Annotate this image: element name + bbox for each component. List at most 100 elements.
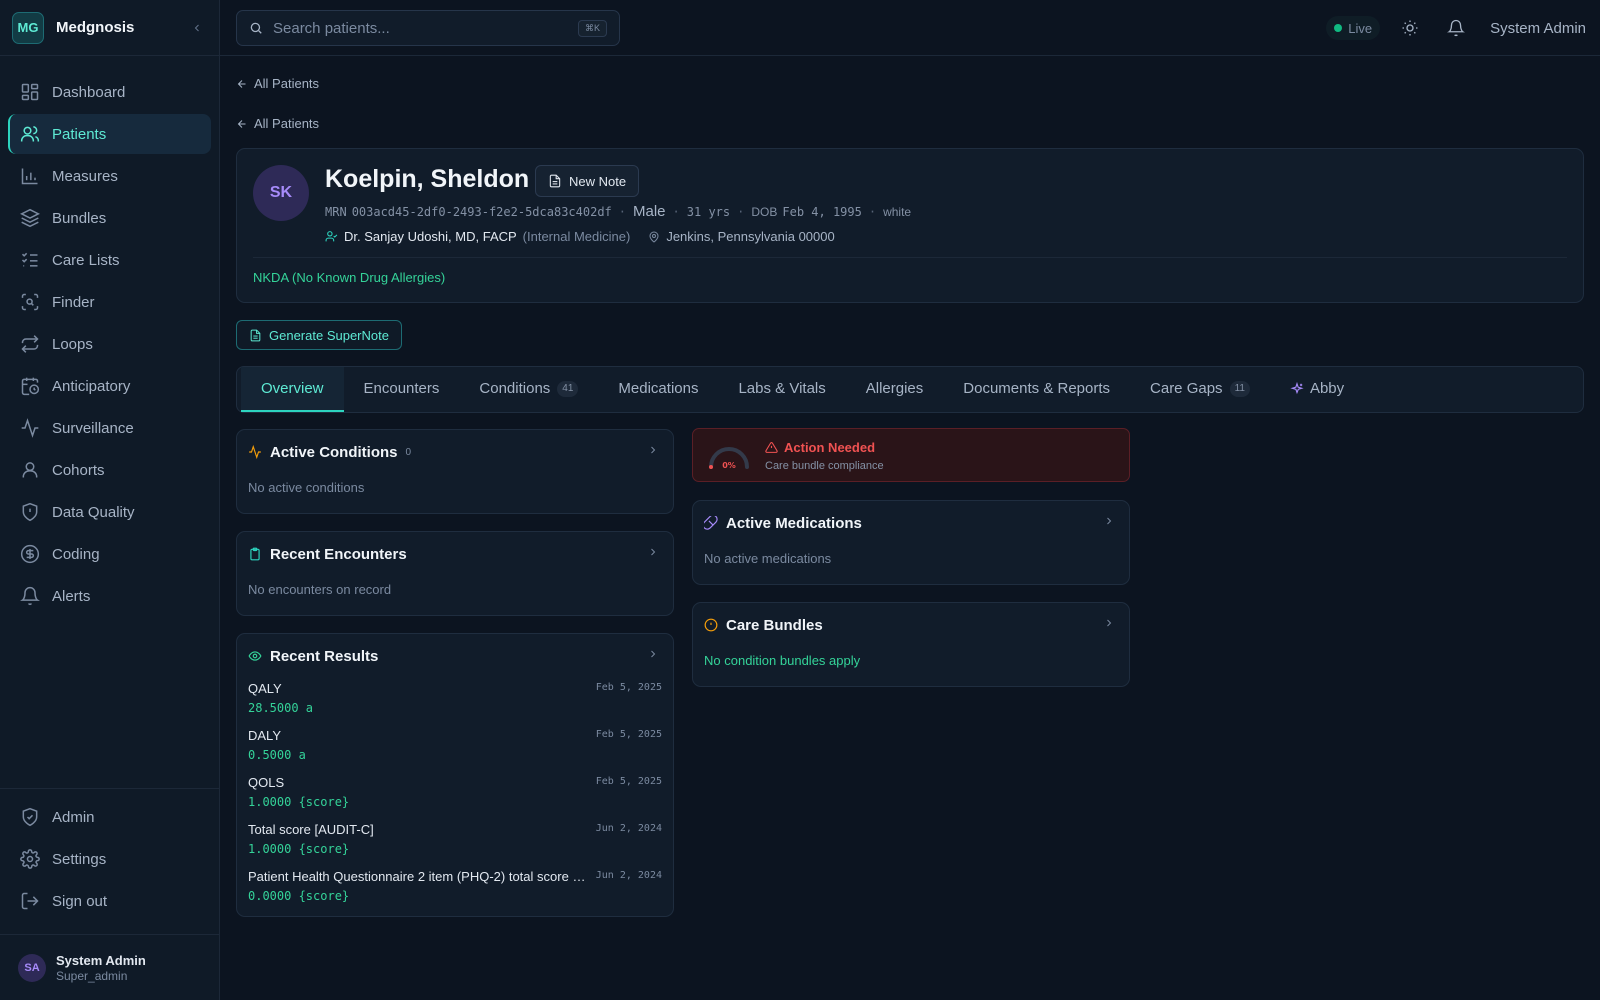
result-value: 1.0000 {score} bbox=[248, 842, 350, 856]
sidebar-item-alerts[interactable]: Alerts bbox=[8, 576, 211, 616]
search-box: ⌘K bbox=[236, 10, 620, 46]
eye-icon bbox=[248, 651, 262, 661]
active-medications-panel: Active Medications No active medications bbox=[692, 500, 1130, 585]
empty-state: No active medications bbox=[704, 551, 832, 566]
topbar: ⌘K Live System Admin bbox=[220, 0, 1600, 56]
sidebar-item-label: Data Quality bbox=[52, 503, 135, 521]
generate-supernote-button[interactable]: Generate SuperNote bbox=[236, 320, 402, 350]
result-value: 0.0000 {score} bbox=[248, 889, 350, 903]
tab-care-gaps[interactable]: Care Gaps 11 bbox=[1130, 367, 1270, 412]
mrn-label: MRN bbox=[325, 204, 347, 219]
users-group-icon bbox=[20, 460, 40, 480]
users-icon bbox=[20, 124, 40, 144]
user-menu-button[interactable]: System Admin bbox=[1490, 20, 1586, 37]
notifications-button[interactable] bbox=[1440, 12, 1472, 44]
dob-label: DOB bbox=[751, 204, 778, 219]
empty-state: No active conditions bbox=[248, 480, 365, 495]
brand: MG Medgnosis bbox=[0, 0, 219, 56]
sidebar-item-loops[interactable]: Loops bbox=[8, 324, 211, 364]
current-user[interactable]: SA System Admin Super_admin bbox=[0, 934, 219, 1000]
patient-header-card: SK Koelpin, Sheldon New Note MRN 003acd4… bbox=[236, 148, 1584, 303]
sidebar-item-sign-out[interactable]: Sign out bbox=[8, 881, 211, 921]
sidebar-item-label: Patients bbox=[52, 125, 107, 143]
patient-age: 31 yrs bbox=[686, 204, 731, 219]
back-to-patients-link[interactable]: All Patients bbox=[236, 116, 319, 131]
sidebar-item-cohorts[interactable]: Cohorts bbox=[8, 450, 211, 490]
new-note-button[interactable]: New Note bbox=[535, 165, 640, 197]
tab-abby[interactable]: Abby bbox=[1270, 367, 1364, 412]
theme-toggle-button[interactable] bbox=[1394, 12, 1426, 44]
action-needed-card[interactable]: 0% Action Needed Care bundle compliance bbox=[692, 428, 1130, 482]
action-title: Action Needed bbox=[784, 440, 876, 455]
sidebar-item-coding[interactable]: Coding bbox=[8, 534, 211, 574]
panel-header[interactable]: Care Bundles bbox=[704, 615, 1115, 635]
tab-documents-reports[interactable]: Documents & Reports bbox=[943, 367, 1130, 412]
compliance-gauge: 0% bbox=[709, 447, 749, 470]
tab-encounters[interactable]: Encounters bbox=[344, 367, 460, 412]
result-row[interactable]: Patient Health Questionnaire 2 item (PHQ… bbox=[248, 869, 662, 909]
result-row[interactable]: Total score [AUDIT-C] Jun 2, 2024 1.0000… bbox=[248, 822, 662, 862]
collapse-sidebar-button[interactable] bbox=[187, 18, 207, 38]
sun-icon bbox=[1402, 20, 1418, 36]
back-to-patients-link[interactable]: All Patients bbox=[236, 76, 319, 91]
chevron-right-icon bbox=[651, 650, 656, 658]
panel-header[interactable]: Recent Encounters bbox=[248, 544, 659, 564]
sidebar-nav: Dashboard Patients Measures Bundles Care… bbox=[0, 56, 219, 616]
patient-sex: Male bbox=[633, 203, 666, 220]
sidebar-item-label: Sign out bbox=[52, 892, 108, 910]
action-title-row: Action Needed bbox=[765, 440, 875, 455]
sidebar-item-patients[interactable]: Patients bbox=[8, 114, 211, 154]
shield-check-icon bbox=[20, 807, 40, 827]
result-date: Jun 2, 2024 bbox=[595, 823, 662, 834]
recent-encounters-panel: Recent Encounters No encounters on recor… bbox=[236, 531, 674, 616]
panel-count: 0 bbox=[405, 446, 412, 458]
result-name: Total score [AUDIT-C] bbox=[248, 822, 374, 837]
result-date: Jun 2, 2024 bbox=[595, 870, 662, 881]
tab-labs-vitals[interactable]: Labs & Vitals bbox=[718, 367, 845, 412]
avatar: SA bbox=[18, 953, 46, 982]
arrow-left-icon bbox=[237, 119, 246, 128]
sidebar-item-finder[interactable]: Finder bbox=[8, 282, 211, 322]
bell-icon bbox=[1447, 19, 1466, 37]
brand-logo[interactable]: MG bbox=[12, 11, 44, 44]
panel-header[interactable]: Active Conditions 0 bbox=[248, 442, 659, 462]
brand-name: Medgnosis bbox=[56, 19, 135, 36]
result-row[interactable]: QOLS Feb 5, 2025 1.0000 {score} bbox=[248, 775, 662, 815]
tab-conditions[interactable]: Conditions 41 bbox=[459, 367, 598, 412]
panel-title: Active Medications bbox=[726, 514, 862, 532]
logout-icon bbox=[20, 891, 40, 911]
separator: · bbox=[868, 204, 877, 219]
search-input[interactable] bbox=[273, 19, 573, 37]
panel-title: Recent Encounters bbox=[270, 545, 407, 563]
tab-medications[interactable]: Medications bbox=[598, 367, 718, 412]
sidebar-item-care-lists[interactable]: Care Lists bbox=[8, 240, 211, 280]
allergy-status: NKDA (No Known Drug Allergies) bbox=[253, 270, 446, 285]
patient-name: Koelpin, Sheldon bbox=[325, 165, 530, 193]
result-value: 28.5000 a bbox=[248, 701, 314, 715]
sidebar-item-label: Dashboard bbox=[52, 83, 126, 101]
sidebar-item-dashboard[interactable]: Dashboard bbox=[8, 72, 211, 112]
tab-overview[interactable]: Overview bbox=[241, 367, 344, 412]
result-name: QALY bbox=[248, 681, 282, 696]
sidebar-item-data-quality[interactable]: Data Quality bbox=[8, 492, 211, 532]
sidebar-bottom-nav: Admin Settings Sign out bbox=[0, 788, 219, 923]
live-dot bbox=[1334, 24, 1343, 32]
result-name: DALY bbox=[248, 728, 281, 743]
result-row[interactable]: DALY Feb 5, 2025 0.5000 a bbox=[248, 728, 662, 768]
chevron-right-icon bbox=[651, 446, 656, 454]
activity-icon bbox=[20, 418, 40, 438]
result-row[interactable]: QALY Feb 5, 2025 28.5000 a bbox=[248, 681, 662, 721]
sidebar-item-admin[interactable]: Admin bbox=[8, 797, 211, 837]
provider-name[interactable]: Dr. Sanjay Udoshi, MD, FACP bbox=[344, 229, 517, 244]
provider-specialty: (Internal Medicine) bbox=[522, 229, 631, 244]
sidebar-item-measures[interactable]: Measures bbox=[8, 156, 211, 196]
sidebar-item-settings[interactable]: Settings bbox=[8, 839, 211, 879]
sidebar-item-bundles[interactable]: Bundles bbox=[8, 198, 211, 238]
panel-header[interactable]: Recent Results bbox=[248, 646, 659, 666]
scan-search-icon bbox=[20, 292, 40, 312]
sidebar-item-anticipatory[interactable]: Anticipatory bbox=[8, 366, 211, 406]
tab-allergies[interactable]: Allergies bbox=[846, 367, 944, 412]
user-role: Super_admin bbox=[56, 968, 128, 983]
panel-header[interactable]: Active Medications bbox=[704, 513, 1115, 533]
sidebar-item-surveillance[interactable]: Surveillance bbox=[8, 408, 211, 448]
